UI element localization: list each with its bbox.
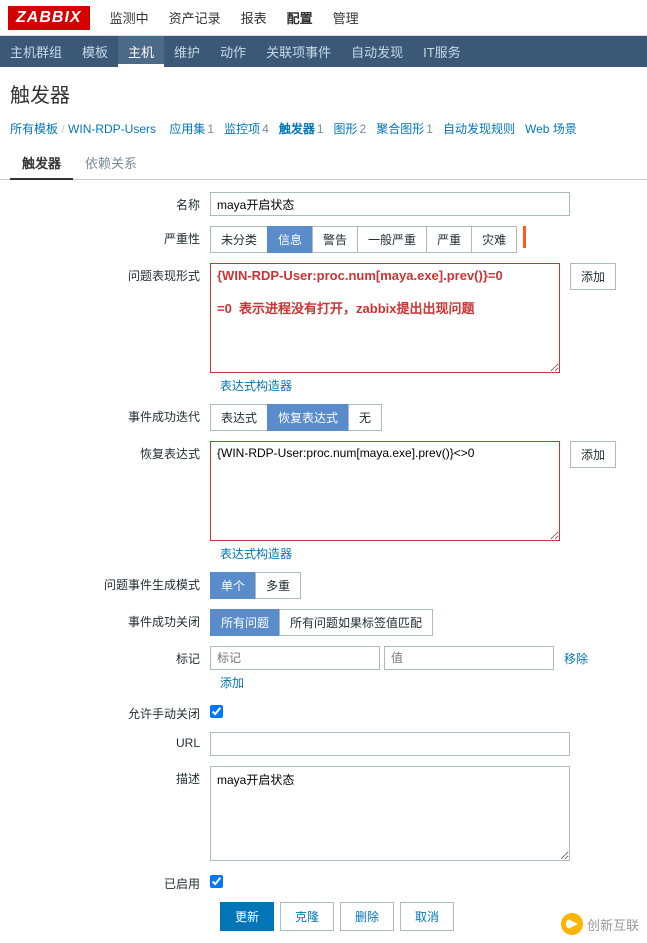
tag-value-input[interactable] (384, 646, 554, 670)
manual-close-checkbox[interactable] (210, 705, 223, 718)
eventgen-expression[interactable]: 表达式 (210, 404, 268, 431)
label-expression: 问题表现形式 (10, 263, 210, 284)
ok-close-group: 所有问题 所有问题如果标签值匹配 (210, 609, 433, 636)
watermark-icon (561, 913, 583, 935)
url-input[interactable] (210, 732, 570, 756)
label-manual-close: 允许手动关闭 (10, 701, 210, 722)
tab-dependencies[interactable]: 依赖关系 (73, 147, 149, 179)
bc-applications[interactable]: 应用集 (169, 122, 205, 136)
tag-remove-link[interactable]: 移除 (564, 646, 588, 667)
tag-add-link[interactable]: 添加 (220, 676, 244, 690)
subnav-hosts[interactable]: 主机 (118, 36, 164, 67)
recovery-expression-textarea[interactable]: {WIN-RDP-User:proc.num[maya.exe].prev()}… (210, 441, 560, 541)
label-ok-close: 事件成功关闭 (10, 609, 210, 630)
okclose-tag[interactable]: 所有问题如果标签值匹配 (279, 609, 433, 636)
zabbix-logo: ZABBIX (8, 6, 90, 30)
form-tabs: 触发器 依赖关系 (0, 147, 647, 180)
problem-mode-group: 单个 多重 (210, 572, 301, 599)
severity-indicator (523, 226, 526, 248)
label-tags: 标记 (10, 646, 210, 667)
recovery-add-button[interactable]: 添加 (570, 441, 616, 468)
nav-inventory[interactable]: 资产记录 (159, 4, 231, 31)
sub-nav: 主机群组 模板 主机 维护 动作 关联项事件 自动发现 IT服务 (0, 36, 647, 67)
subnav-actions[interactable]: 动作 (210, 36, 256, 67)
watermark: 创新互联 (561, 913, 639, 935)
description-textarea[interactable]: maya开启状态 (210, 766, 570, 861)
nav-reports[interactable]: 报表 (231, 4, 277, 31)
subnav-discovery[interactable]: 自动发现 (341, 36, 413, 67)
tag-name-input[interactable] (210, 646, 380, 670)
label-description: 描述 (10, 766, 210, 787)
header-bar: ZABBIX 监测中 资产记录 报表 配置 管理 (0, 0, 647, 36)
nav-administration[interactable]: 管理 (323, 4, 369, 31)
event-gen-group: 表达式 恢复表达式 无 (210, 404, 382, 431)
sev-average[interactable]: 一般严重 (357, 226, 427, 253)
bc-items[interactable]: 监控项 (224, 122, 260, 136)
mode-multiple[interactable]: 多重 (255, 572, 301, 599)
top-nav: 监测中 资产记录 报表 配置 管理 (100, 4, 369, 31)
delete-button[interactable]: 删除 (340, 902, 394, 931)
eventgen-recovery[interactable]: 恢复表达式 (267, 404, 349, 431)
clone-button[interactable]: 克隆 (280, 902, 334, 931)
label-name: 名称 (10, 192, 210, 213)
subnav-itservices[interactable]: IT服务 (413, 36, 471, 67)
expression-textarea[interactable]: {WIN-RDP-User:proc.num[maya.exe].prev()}… (210, 263, 560, 373)
update-button[interactable]: 更新 (220, 902, 274, 931)
bc-discovery-rules[interactable]: 自动发现规则 (443, 122, 515, 136)
bc-triggers[interactable]: 触发器 (279, 122, 315, 136)
nav-monitoring[interactable]: 监测中 (100, 4, 159, 31)
bc-graphs[interactable]: 图形 (334, 122, 358, 136)
breadcrumb: 所有模板 / WIN-RDP-Users 应用集1 监控项4 触发器1 图形2 … (0, 116, 647, 147)
severity-group: 未分类 信息 警告 一般严重 严重 灾难 (210, 226, 517, 253)
tab-trigger[interactable]: 触发器 (10, 147, 73, 180)
cancel-button[interactable]: 取消 (400, 902, 454, 931)
nav-configuration[interactable]: 配置 (277, 4, 323, 31)
expression-add-button[interactable]: 添加 (570, 263, 616, 290)
label-enabled: 已启用 (10, 871, 210, 892)
bc-all-templates[interactable]: 所有模板 (10, 122, 58, 136)
label-url: URL (10, 732, 210, 750)
subnav-maintenance[interactable]: 维护 (164, 36, 210, 67)
expression-builder-link[interactable]: 表达式构造器 (220, 379, 292, 393)
sev-disaster[interactable]: 灾难 (471, 226, 517, 253)
enabled-checkbox[interactable] (210, 875, 223, 888)
mode-single[interactable]: 单个 (210, 572, 256, 599)
sev-high[interactable]: 严重 (426, 226, 472, 253)
sev-warning[interactable]: 警告 (312, 226, 358, 253)
label-severity: 严重性 (10, 226, 210, 247)
bc-screens[interactable]: 聚合图形 (376, 122, 424, 136)
eventgen-none[interactable]: 无 (348, 404, 382, 431)
sev-not-classified[interactable]: 未分类 (210, 226, 268, 253)
bc-host[interactable]: WIN-RDP-Users (68, 122, 156, 136)
watermark-text: 创新互联 (587, 915, 639, 934)
sev-information[interactable]: 信息 (267, 226, 313, 253)
label-recovery-expr: 恢复表达式 (10, 441, 210, 462)
subnav-hostgroups[interactable]: 主机群组 (0, 36, 72, 67)
label-problem-mode: 问题事件生成模式 (10, 572, 210, 593)
name-input[interactable] (210, 192, 570, 216)
subnav-correlation[interactable]: 关联项事件 (256, 36, 341, 67)
subnav-templates[interactable]: 模板 (72, 36, 118, 67)
page-title: 触发器 (0, 67, 647, 116)
trigger-form: 名称 严重性 未分类 信息 警告 一般严重 严重 灾难 问题表现形式 {WIN-… (0, 180, 647, 943)
label-event-gen: 事件成功迭代 (10, 404, 210, 425)
recovery-expression-builder-link[interactable]: 表达式构造器 (220, 547, 292, 561)
okclose-all[interactable]: 所有问题 (210, 609, 280, 636)
bc-web[interactable]: Web 场景 (525, 122, 577, 136)
